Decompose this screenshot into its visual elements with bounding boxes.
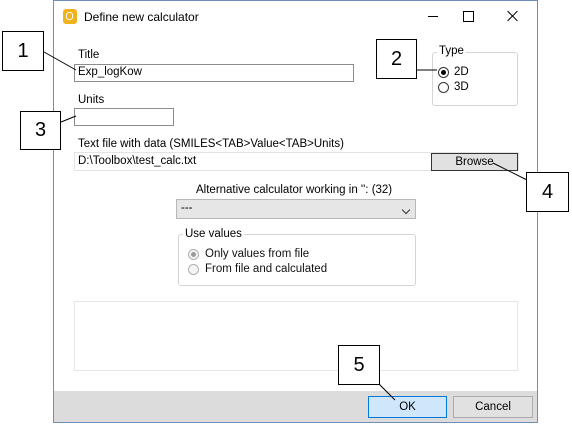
only-file-radio[interactable]	[188, 249, 199, 260]
file-label: Text file with data (SMILES<TAB>Value<TA…	[78, 138, 344, 150]
alt-calculator-label: Alternative calculator working in '': (3…	[196, 184, 393, 196]
callout-4: 4	[526, 172, 569, 212]
type-2d-radio[interactable]	[438, 67, 449, 78]
type-2d-label[interactable]: 2D	[454, 66, 469, 78]
callout-1: 1	[2, 31, 44, 71]
callout-5: 5	[338, 345, 380, 385]
app-q-icon	[63, 9, 77, 24]
maximize-icon[interactable]	[452, 5, 484, 27]
window-title: Define new calculator	[84, 10, 199, 24]
minimize-icon[interactable]	[417, 5, 449, 27]
close-icon[interactable]	[497, 5, 529, 27]
file-and-calculated-radio[interactable]	[188, 264, 199, 275]
title-input[interactable]: Exp_logKow	[74, 64, 354, 82]
cancel-button[interactable]: Cancel	[453, 396, 533, 418]
ok-button[interactable]: OK	[368, 396, 447, 418]
title-bar[interactable]: Define new calculator	[54, 1, 537, 32]
alt-calculator-value: ---	[181, 202, 193, 214]
use-values-groupbox	[178, 234, 416, 286]
type-groupbox	[432, 52, 518, 106]
browse-button[interactable]: Browse	[431, 153, 518, 171]
units-input[interactable]	[74, 108, 174, 126]
title-label: Title	[78, 49, 100, 61]
info-area	[74, 301, 518, 371]
alt-calculator-select[interactable]: ---	[176, 199, 416, 219]
callout-2: 2	[376, 39, 417, 79]
only-file-label[interactable]: Only values from file	[205, 248, 309, 260]
dialog-window: Define new calculator Title Exp_logKow U…	[53, 0, 538, 423]
units-label: Units	[78, 94, 105, 106]
type-3d-radio[interactable]	[438, 82, 449, 93]
callout-3: 3	[20, 111, 61, 150]
type-3d-label[interactable]: 3D	[454, 81, 469, 93]
file-and-calculated-label[interactable]: From file and calculated	[205, 263, 327, 275]
chevron-down-icon	[401, 205, 411, 215]
use-values-title: Use values	[183, 228, 244, 240]
type-group-title: Type	[437, 45, 466, 57]
